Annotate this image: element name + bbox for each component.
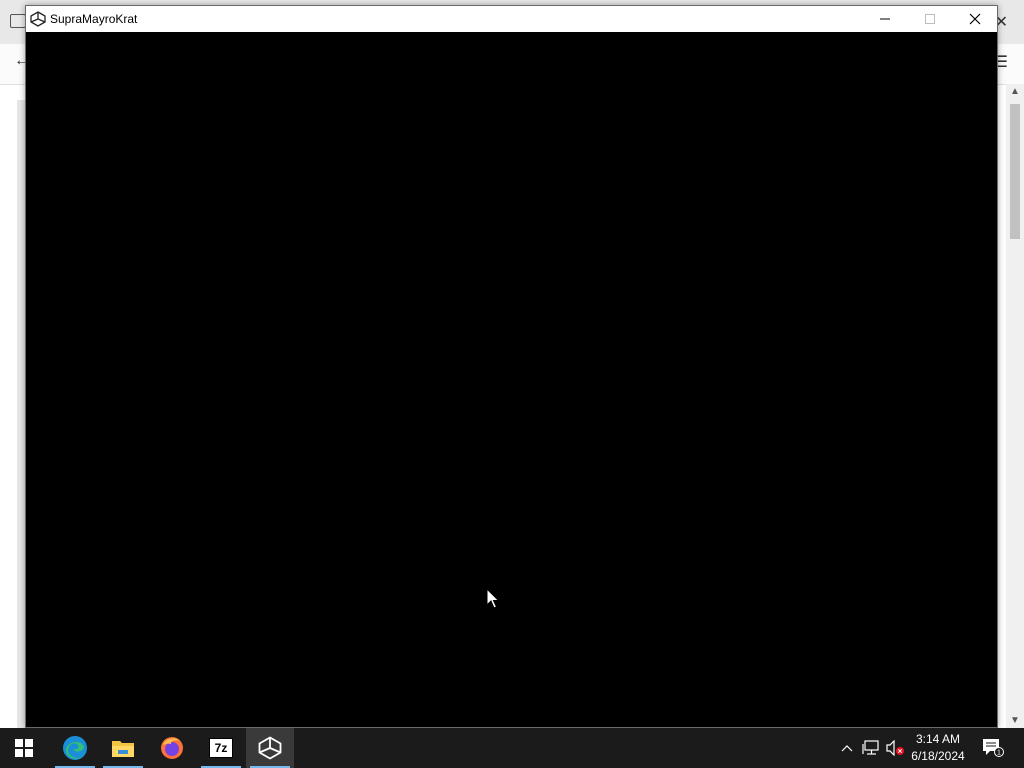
app-window: SupraMayroKrat xyxy=(25,5,998,728)
minimize-icon xyxy=(879,18,890,20)
unity-icon xyxy=(30,11,46,27)
taskbar-file-explorer[interactable] xyxy=(99,728,147,768)
close-button[interactable] xyxy=(952,6,997,32)
network-button[interactable] xyxy=(860,728,882,768)
chevron-up-icon xyxy=(841,745,853,752)
volume-muted-icon xyxy=(886,740,904,756)
7zip-icon: 7z xyxy=(209,738,233,758)
clock-time: 3:14 AM xyxy=(915,732,961,746)
scroll-thumb[interactable] xyxy=(1010,104,1020,239)
notification-count: 1 xyxy=(997,750,1001,757)
taskbar-edge[interactable] xyxy=(51,728,99,768)
clock-date: 6/18/2024 xyxy=(911,749,965,763)
mouse-cursor-icon xyxy=(486,588,500,609)
show-hidden-icons-button[interactable] xyxy=(838,728,856,768)
taskbar-firefox[interactable] xyxy=(148,728,196,768)
network-icon xyxy=(862,740,879,755)
volume-button[interactable] xyxy=(884,728,906,768)
scroll-down-icon[interactable]: ▼ xyxy=(1010,715,1020,726)
browser-scrollbar[interactable]: ▲ ▼ xyxy=(1006,84,1024,728)
firefox-icon xyxy=(161,737,183,759)
window-title: SupraMayroKrat xyxy=(50,12,138,26)
close-icon xyxy=(969,13,980,25)
unity-icon xyxy=(258,736,282,760)
taskbar: 7z 3:14 AM 6/18/2024 1 xyxy=(0,728,1024,768)
start-button[interactable] xyxy=(0,728,48,768)
taskbar-7zip[interactable]: 7z xyxy=(197,728,245,768)
scroll-up-icon[interactable]: ▲ xyxy=(1010,86,1020,97)
maximize-button[interactable] xyxy=(907,6,952,32)
window-titlebar[interactable]: SupraMayroKrat xyxy=(26,6,997,32)
tab-actions-icon[interactable] xyxy=(10,14,26,28)
edge-icon xyxy=(63,736,87,760)
taskbar-supramayrokrat[interactable] xyxy=(246,728,294,768)
game-canvas[interactable] xyxy=(26,32,997,727)
maximize-icon xyxy=(924,14,935,24)
action-center-button[interactable]: 1 xyxy=(978,728,1008,768)
windows-start-icon xyxy=(15,739,33,757)
action-center-icon: 1 xyxy=(983,739,1004,757)
folder-icon xyxy=(112,741,134,757)
clock[interactable]: 3:14 AM 6/18/2024 xyxy=(906,728,970,768)
minimize-button[interactable] xyxy=(862,6,907,32)
